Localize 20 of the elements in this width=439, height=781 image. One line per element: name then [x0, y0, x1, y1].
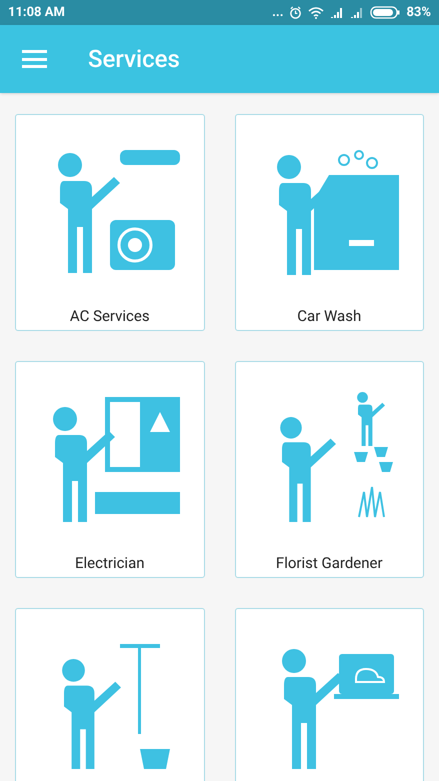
- service-card[interactable]: [15, 608, 204, 781]
- signal-icon: [330, 7, 344, 18]
- battery-icon: [370, 6, 400, 19]
- alarm-clock-icon: [289, 6, 302, 19]
- service-label: Electrician: [74, 553, 145, 574]
- service-card[interactable]: Car Wash: [234, 114, 424, 331]
- wifi-icon: [308, 6, 324, 18]
- service-card[interactable]: Florist Gardener: [234, 361, 424, 578]
- menu-icon[interactable]: [22, 50, 47, 68]
- app-title: Services: [88, 44, 180, 75]
- service-card[interactable]: [234, 608, 424, 781]
- status-time: 11:08 AM: [8, 4, 65, 22]
- service-label: AC Services: [70, 306, 150, 327]
- signal-icon: [350, 7, 364, 18]
- battery-percent: 83%: [406, 4, 431, 22]
- service-label: Car Wash: [297, 306, 362, 327]
- service-card[interactable]: Electrician: [15, 361, 204, 578]
- service-label: Florist Gardener: [276, 553, 383, 574]
- service-card[interactable]: AC Services: [15, 114, 204, 331]
- more-dots: ...: [272, 4, 284, 22]
